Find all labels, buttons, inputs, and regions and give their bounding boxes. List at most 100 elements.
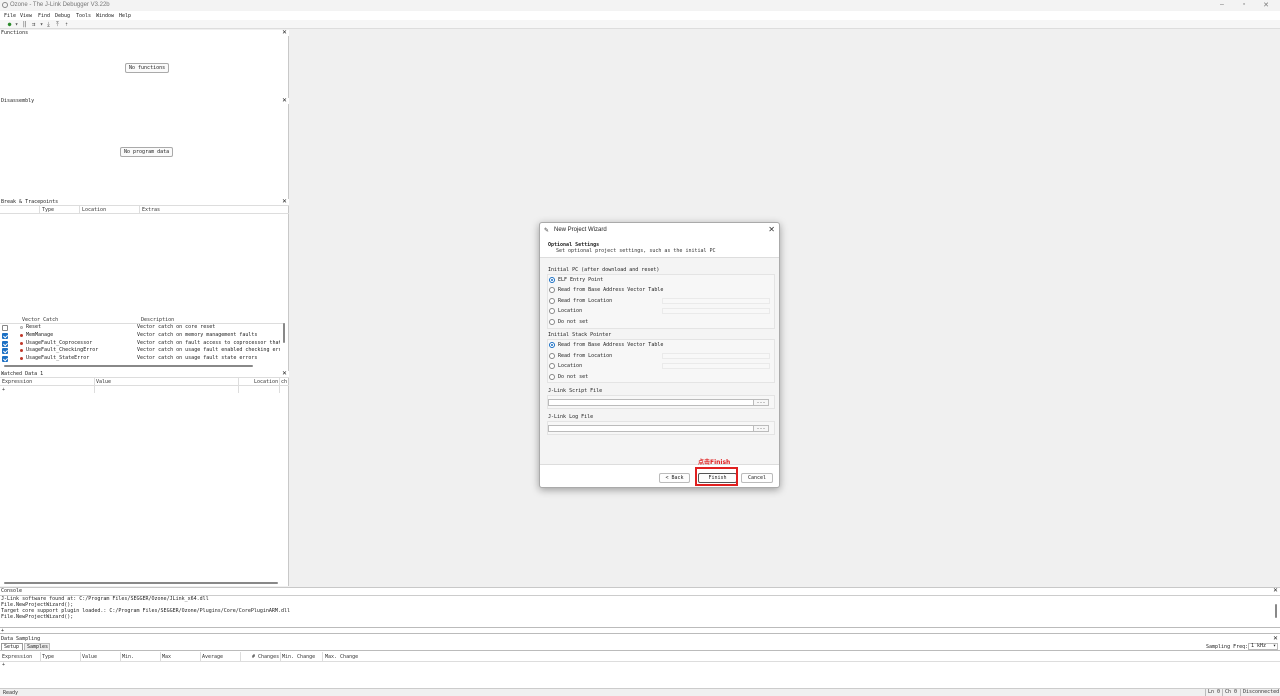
radio-selected[interactable]	[549, 342, 555, 348]
bottom-panel: Console ✕ J-Link software found at: C:/P…	[0, 587, 1280, 696]
radio[interactable]	[549, 298, 555, 304]
dialog-body: Initial PC (after download and reset) EL…	[540, 257, 779, 465]
menu-tools[interactable]: Tools	[76, 13, 91, 19]
vector-description: Vector catch on memory management faults	[137, 331, 258, 338]
new-sample-row[interactable]: +	[2, 662, 5, 668]
status-bar: Ready Ln 0 Ch 0 Disconnected	[0, 688, 1280, 696]
close-icon[interactable]: ✕	[768, 225, 775, 234]
vector-description: Vector catch on usage fault enabled chec…	[137, 347, 280, 354]
script-file-input[interactable]	[548, 399, 762, 406]
console-scrollbar[interactable]	[1275, 604, 1277, 618]
vector-catch-row[interactable]: Reset Vector catch on core reset	[0, 324, 280, 331]
dropdown-icon[interactable]: ▾	[13, 21, 20, 28]
column-average[interactable]: Average	[202, 654, 223, 660]
tab-samples[interactable]: Samples	[24, 643, 50, 650]
tab-setup[interactable]: Setup	[1, 643, 23, 650]
status-text: Ready	[3, 690, 19, 696]
functions-pane-title: Functions ✕	[0, 29, 289, 36]
vector-catch-row[interactable]: UsageFault_CheckingError Vector catch on …	[0, 347, 280, 355]
back-button[interactable]: < Back	[659, 473, 690, 483]
menu-window[interactable]: Window	[96, 13, 114, 19]
column-type[interactable]: Type	[42, 654, 54, 660]
new-watch-row[interactable]: +	[2, 387, 5, 393]
column-max[interactable]: Max	[162, 654, 171, 660]
vector-dot-icon	[20, 357, 23, 361]
menu-view[interactable]: View	[20, 13, 32, 19]
menu-help[interactable]: Help	[119, 13, 131, 19]
pencil-icon: ✎	[544, 227, 550, 234]
toolbar: ● ▾ ‖ ⇉ ▾ ⤓ ⤒ ⇡	[0, 20, 1280, 29]
step-into-icon[interactable]: ⤓	[45, 21, 52, 28]
radio[interactable]	[549, 287, 555, 293]
disassembly-pane-title: Disassembly ✕	[0, 97, 289, 104]
power-icon[interactable]: ●	[6, 21, 13, 28]
close-icon[interactable]: ✕	[1273, 588, 1278, 594]
vector-name: UsageFault_CheckingError	[26, 347, 99, 354]
status-ch: Ch 0	[1222, 689, 1240, 696]
log-browse-button[interactable]: ...	[753, 425, 769, 432]
sp-read-location-field	[662, 353, 770, 359]
vector-dot-icon	[20, 333, 23, 337]
dropdown-icon[interactable]: ▾	[38, 21, 45, 28]
close-icon[interactable]: ✕	[282, 30, 287, 36]
vector-checkbox[interactable]	[2, 325, 8, 331]
vector-description: Vector catch on core reset	[137, 324, 216, 330]
vector-scrollbar[interactable]	[283, 323, 285, 343]
vector-hscrollbar[interactable]	[4, 365, 253, 367]
menu-find[interactable]: Find	[38, 13, 50, 19]
minimize-button[interactable]: –	[1212, 1, 1232, 8]
log-file-input[interactable]	[548, 425, 762, 432]
watched-hscrollbar[interactable]	[4, 582, 278, 584]
vector-dot-icon	[20, 326, 23, 329]
radio[interactable]	[549, 353, 555, 359]
close-icon[interactable]: ✕	[282, 98, 287, 104]
radio[interactable]	[549, 374, 555, 380]
vector-name: UsageFault_Coprocessor	[26, 339, 93, 346]
column-expression[interactable]: Expression	[2, 654, 32, 660]
menu-file[interactable]: File	[4, 13, 16, 19]
vector-checkbox[interactable]	[2, 348, 8, 355]
sp-location-field	[662, 363, 770, 369]
vector-dot-icon	[20, 341, 23, 345]
vector-checkbox[interactable]	[2, 356, 8, 363]
script-file-label: J-Link Script File	[548, 388, 603, 394]
vector-checkbox[interactable]	[2, 340, 8, 347]
step-out-icon[interactable]: ⤒	[54, 21, 61, 28]
menu-debug[interactable]: Debug	[55, 13, 70, 19]
vector-catch-row[interactable]: UsageFault_Coprocessor Vector catch on fa…	[0, 340, 280, 347]
status-connection: Disconnected	[1240, 689, 1280, 696]
column-max-change[interactable]: Max. Change	[325, 654, 358, 660]
vector-name: Reset	[26, 324, 42, 330]
vector-description: Vector catch on usage fault state errors	[137, 355, 258, 362]
radio-selected[interactable]	[549, 277, 555, 283]
dialog-title: New Project Wizard	[554, 227, 607, 233]
app-icon	[2, 2, 8, 8]
initial-pc-title: Initial PC (after download and reset)	[548, 267, 660, 273]
cancel-button[interactable]: Cancel	[741, 473, 773, 483]
chevron-down-icon: ▾	[1272, 643, 1276, 649]
sampling-freq-select[interactable]: 1 kHz ▾	[1248, 643, 1278, 650]
column-min[interactable]: Min.	[122, 654, 134, 660]
console-input[interactable]: +	[0, 627, 1280, 634]
column-min-change[interactable]: Min. Change	[282, 654, 315, 660]
vector-checkbox[interactable]	[2, 332, 8, 339]
maximize-button[interactable]: ▫	[1234, 1, 1254, 8]
radio[interactable]	[549, 319, 555, 325]
step-over-icon[interactable]: ⇉	[30, 21, 37, 28]
vector-dot-icon	[20, 349, 23, 353]
close-window-button[interactable]: ✕	[1256, 1, 1276, 9]
radio[interactable]	[549, 308, 555, 314]
column-changes[interactable]: # Changes	[252, 654, 279, 660]
script-browse-button[interactable]: ...	[753, 399, 769, 406]
status-ln: Ln 0	[1205, 689, 1222, 696]
close-icon[interactable]: ✕	[1273, 636, 1278, 642]
radio[interactable]	[549, 363, 555, 369]
vector-name: MemManage	[26, 331, 54, 338]
pause-icon[interactable]: ‖	[21, 21, 28, 28]
column-value[interactable]: Value	[82, 654, 97, 660]
annotation-click-finish: 点击Finish	[698, 459, 731, 466]
vector-catch-row[interactable]: UsageFault_StateError Vector catch on usa…	[0, 355, 280, 363]
log-file-label: J-Link Log File	[548, 414, 594, 420]
step-up-icon[interactable]: ⇡	[63, 21, 70, 28]
vector-catch-row[interactable]: MemManage Vector catch on memory manageme…	[0, 332, 280, 339]
